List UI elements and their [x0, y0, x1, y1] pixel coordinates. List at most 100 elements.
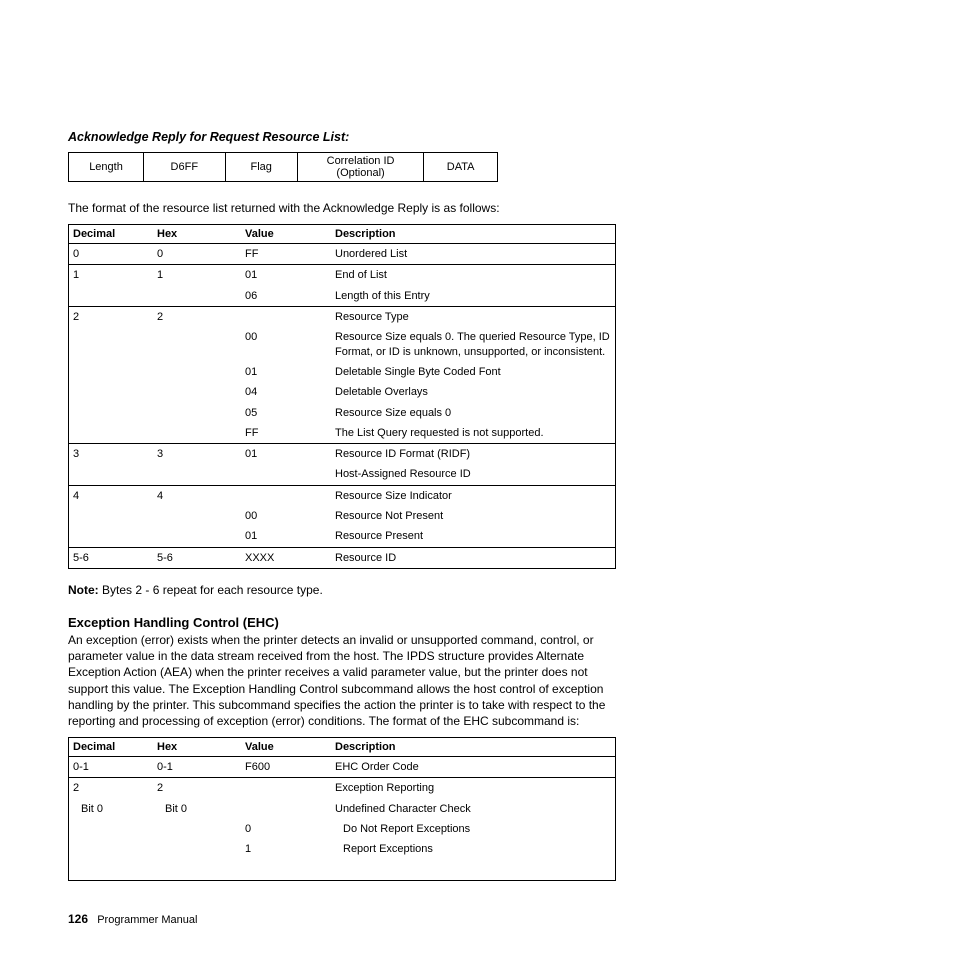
cell: [153, 423, 241, 444]
cell: XXXX: [241, 547, 331, 568]
cell: 0: [241, 819, 331, 839]
cell: [153, 382, 241, 402]
table-row: 3301Resource ID Format (RIDF): [69, 444, 616, 465]
footer-title: Programmer Manual: [97, 914, 197, 926]
cell: [69, 464, 154, 485]
table-row: 00FFUnordered List: [69, 244, 616, 265]
col-value: Value: [241, 225, 331, 244]
cell: [241, 778, 331, 799]
cell: Unordered List: [331, 244, 616, 265]
cell: [153, 403, 241, 423]
note: Note: Bytes 2 - 6 repeat for each resour…: [68, 583, 616, 597]
table-row: 1 Report Exceptions: [69, 839, 616, 859]
page-number: 126: [68, 912, 88, 926]
note-label: Note:: [68, 583, 99, 597]
cell: Resource Type: [331, 307, 616, 328]
cell: 0: [69, 244, 154, 265]
cell: [153, 526, 241, 547]
cell: 1: [69, 265, 154, 286]
cell: 0: [153, 244, 241, 265]
cell: [69, 382, 154, 402]
cell: FF: [241, 244, 331, 265]
ehc-heading: Exception Handling Control (EHC): [68, 615, 616, 630]
col-value: Value: [241, 738, 331, 757]
table-row: 0-1 0-1 F600 EHC Order Code: [69, 757, 616, 778]
table-row: Bit 0 Bit 0 Undefined Character Check: [69, 799, 616, 819]
cell: [153, 464, 241, 485]
table-row: 06Length of this Entry: [69, 286, 616, 307]
cell: [153, 819, 241, 839]
cell: Do Not Report Exceptions: [331, 819, 616, 839]
cell: F600: [241, 757, 331, 778]
cell: 5-6: [153, 547, 241, 568]
cell-data: DATA: [424, 153, 498, 182]
cell: 1: [241, 839, 331, 859]
table-row: 5-65-6XXXXResource ID: [69, 547, 616, 568]
cell: [69, 403, 154, 423]
cell: 3: [69, 444, 154, 465]
ehc-table: Decimal Hex Value Description 0-1 0-1 F6…: [68, 737, 616, 880]
cell: [69, 286, 154, 307]
cell: [69, 327, 154, 362]
cell: 4: [153, 485, 241, 506]
cell: [69, 839, 154, 859]
cell: [153, 362, 241, 382]
table-row: Host-Assigned Resource ID: [69, 464, 616, 485]
table-row: 01Resource Present: [69, 526, 616, 547]
cell: Exception Reporting: [331, 778, 616, 799]
cell: [153, 839, 241, 859]
cell: Report Exceptions: [331, 839, 616, 859]
table-row: 1101End of List: [69, 265, 616, 286]
cell: Deletable Single Byte Coded Font: [331, 362, 616, 382]
table-row: [69, 860, 616, 881]
col-hex: Hex: [153, 225, 241, 244]
cell: [69, 819, 154, 839]
table-row: 04Deletable Overlays: [69, 382, 616, 402]
col-description: Description: [331, 738, 616, 757]
table-row: 00Resource Size equals 0. The queried Re…: [69, 327, 616, 362]
cell: 0-1: [153, 757, 241, 778]
cell-flag: Flag: [225, 153, 297, 182]
page: Acknowledge Reply for Request Resource L…: [0, 0, 954, 954]
cell: [153, 506, 241, 526]
cell: The List Query requested is not supporte…: [331, 423, 616, 444]
cell: Host-Assigned Resource ID: [331, 464, 616, 485]
cell-length: Length: [69, 153, 144, 182]
cell: Bit 0: [69, 799, 154, 819]
cell: [241, 307, 331, 328]
cell: Resource ID Format (RIDF): [331, 444, 616, 465]
cell: [153, 286, 241, 307]
table-row: 00Resource Not Present: [69, 506, 616, 526]
cell: [241, 799, 331, 819]
resource-list-table: Decimal Hex Value Description 00FFUnorde…: [68, 224, 616, 569]
table-row: FFThe List Query requested is not suppor…: [69, 423, 616, 444]
cell: 01: [241, 444, 331, 465]
cell: 04: [241, 382, 331, 402]
ack-reply-structure-table: Length D6FF Flag Correlation ID (Optiona…: [68, 152, 498, 182]
table-row: 22Resource Type: [69, 307, 616, 328]
cell: Bit 0: [153, 799, 241, 819]
cell: 5-6: [69, 547, 154, 568]
cell: 05: [241, 403, 331, 423]
cell: Deletable Overlays: [331, 382, 616, 402]
table-row: 05Resource Size equals 0: [69, 403, 616, 423]
cell: End of List: [331, 265, 616, 286]
table-row: 2 2 Exception Reporting: [69, 778, 616, 799]
cell: 1: [153, 265, 241, 286]
cell: 2: [69, 778, 154, 799]
cell-correlation: Correlation ID (Optional): [297, 153, 423, 182]
cell: 00: [241, 327, 331, 362]
intro-paragraph: The format of the resource list returned…: [68, 200, 616, 216]
cell: [241, 485, 331, 506]
col-decimal: Decimal: [69, 225, 154, 244]
col-description: Description: [331, 225, 616, 244]
col-hex: Hex: [153, 738, 241, 757]
cell: Resource Size equals 0: [331, 403, 616, 423]
cell: Resource Size Indicator: [331, 485, 616, 506]
table-row: 0 Do Not Report Exceptions: [69, 819, 616, 839]
cell: [69, 362, 154, 382]
cell: EHC Order Code: [331, 757, 616, 778]
cell-d6ff: D6FF: [144, 153, 226, 182]
table-row: 01Deletable Single Byte Coded Font: [69, 362, 616, 382]
note-text: Bytes 2 - 6 repeat for each resource typ…: [99, 583, 323, 597]
